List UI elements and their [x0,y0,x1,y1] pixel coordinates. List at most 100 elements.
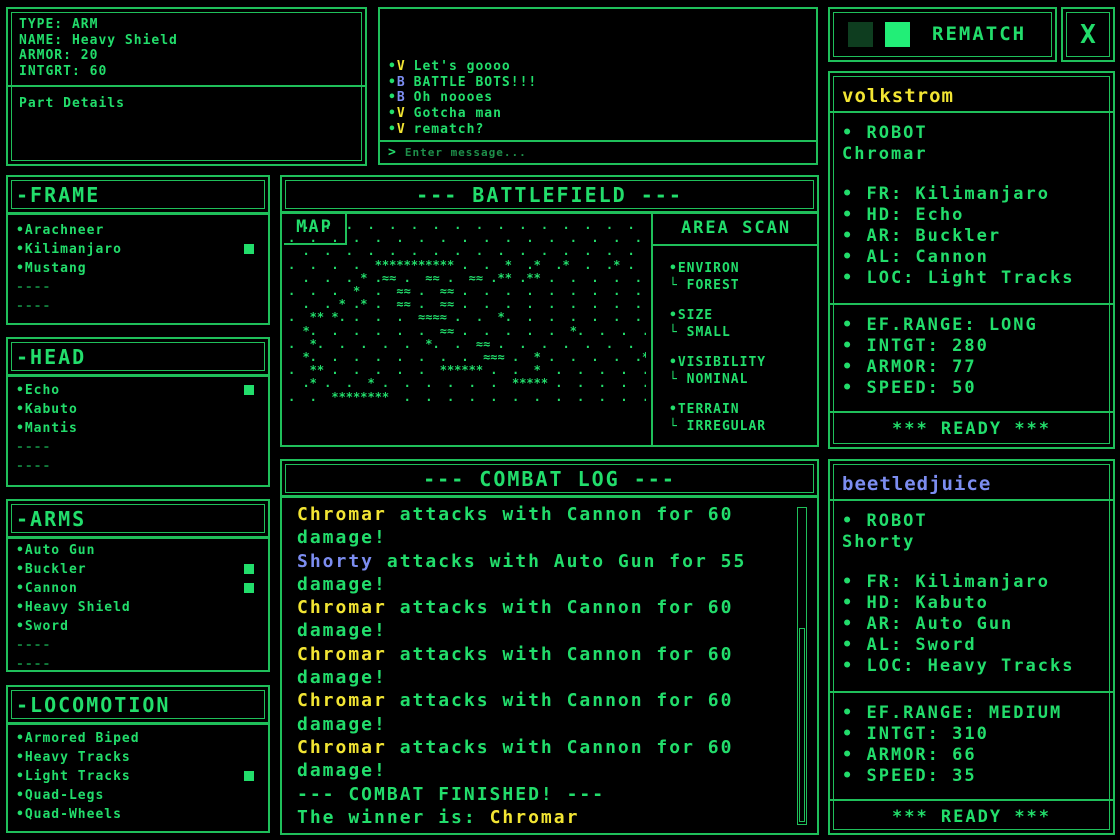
color-swatch-bright [885,22,910,47]
player2-part: • AR: Auto Gun [842,614,1014,634]
color-swatch-dark [848,22,873,47]
close-button[interactable]: X [1061,7,1115,62]
divider [653,244,819,246]
scrollbar-track[interactable] [797,507,807,825]
player1-robot-label: • ROBOT [842,123,928,143]
combat-actor: Chromar [297,504,387,525]
chat-sender-tag: B [396,90,406,106]
combat-log-entry: Chromar attacks with Cannon for 60 damag… [297,736,792,783]
locomotion-item[interactable]: •Quad-Wheels [8,805,268,824]
chat-text: Let's goooo [413,59,511,74]
frame-item-label: Kilimanjaro [24,242,122,257]
divider [830,303,1113,305]
selected-indicator-icon [244,385,254,395]
chat-sender-tag: V [396,121,406,137]
arms-item[interactable]: •Auto Gun [8,541,268,560]
winner-prefix: The winner is: [297,806,490,828]
chat-message: •V Gotcha man [388,106,537,122]
chat-bullet: • [388,90,397,106]
player1-stat: • INTGT: 280 [842,336,989,356]
frame-item[interactable]: •Mustang [8,259,268,278]
divider [830,691,1113,693]
chat-text: rematch? [413,121,485,137]
locomotion-item[interactable]: •Heavy Tracks [8,748,268,767]
part-type: TYPE: ARM [19,17,99,32]
arms-title: -ARMS [16,506,87,531]
arms-item[interactable]: •Heavy Shield [8,598,268,617]
player2-panel: beetledjuice • ROBOT Shorty • FR: Kilima… [828,459,1115,835]
frame-header: -FRAME [6,175,270,214]
arms-item-label: Buckler [24,562,87,577]
chat-input[interactable] [402,145,807,160]
arms-item[interactable]: •Sword [8,617,268,636]
arms-header: -ARMS [6,499,270,538]
player1-ready-status: *** READY *** [891,419,1052,439]
frame-title: -FRAME [16,182,101,207]
head-item[interactable]: •Mantis [8,419,268,438]
combat-actor: Chromar [297,597,387,619]
head-title: -HEAD [16,344,87,369]
rematch-button[interactable]: REMATCH [932,23,1026,45]
winner-name: Chromar [489,806,580,828]
combat-log-title: --- COMBAT LOG --- [423,466,676,491]
player1-stat: • ARMOR: 77 [842,357,977,377]
combat-log-text: Chromar attacks with Cannon for 60 damag… [297,503,792,829]
head-item[interactable]: •Echo [8,381,268,400]
chat-message: •B Oh noooes [388,90,537,106]
locomotion-item[interactable]: •Light Tracks [8,767,268,786]
frame-item-label: Arachneer [24,223,105,238]
combat-winner: The winner is: Chromar [297,806,792,829]
player1-part: • AR: Buckler [842,226,1002,246]
area-scan-prefix: EN [677,261,696,276]
close-icon: X [1080,19,1096,50]
part-details-label: Part Details [19,96,125,111]
locomotion-item[interactable]: •Armored Biped [8,729,268,748]
area-scan-title: AREA SCAN [680,218,792,238]
player2-stat: • SPEED: 35 [842,766,977,786]
player2-part: • LOC: Heavy Tracks [842,656,1075,676]
scrollbar-thumb[interactable] [799,628,805,822]
chat-bullet: • [388,121,397,137]
head-header: -HEAD [6,337,270,376]
head-item[interactable]: •Kabuto [8,400,268,419]
player1-robot-name: Chromar [842,144,928,164]
chat-panel: •V Let's goooo •B BATTLE BOTS!!! •B Oh noooes… [378,7,818,165]
chat-sender-tag: V [396,106,406,122]
head-item-label: Mantis [24,421,78,436]
arms-item-label: Auto Gun [24,543,96,558]
divider [830,499,1113,501]
arms-item[interactable]: •Cannon [8,579,268,598]
locomotion-item[interactable]: •Quad-Legs [8,786,268,805]
part-armor: ARMOR: 20 [19,48,99,63]
chat-sender-tag: V [396,59,406,74]
player1-part: • AL: Cannon [842,247,989,267]
player1-name: volkstrom [842,85,954,107]
area-scan-value: SMALL [686,325,731,340]
frame-list: •Arachneer •Kilimanjaro •Mustang ---- ---- [6,213,270,325]
area-scan-key: VIRON [695,261,740,276]
player2-part: • FR: Kilimanjaro [842,572,1050,592]
combat-actor: Shorty [297,550,375,572]
locomotion-item-label: Heavy Tracks [24,750,131,765]
arms-item[interactable]: •Buckler [8,560,268,579]
frame-item-label: Mustang [24,261,87,276]
area-scan-value: IRREGULAR [686,419,767,434]
chat-text: Gotcha man [413,106,502,122]
arms-empty-slot: ---- [16,657,52,672]
chat-sender-tag: B [396,74,406,90]
chat-message: •V rematch? [388,122,537,138]
selected-indicator-icon [244,771,254,781]
frame-item[interactable]: •Kilimanjaro [8,240,268,259]
chat-bullet: • [388,106,397,122]
divider [8,85,365,87]
chat-bullet: • [388,59,397,74]
arms-list: •Auto Gun •Buckler •Cannon •Heavy Shield •Sw… [6,537,270,672]
locomotion-list: •Armored Biped •Heavy Tracks •Light Tracks… [6,723,270,833]
combat-actor: Chromar [297,736,387,758]
frame-item[interactable]: •Arachneer [8,221,268,240]
player2-ready-status: *** READY *** [891,807,1052,827]
locomotion-item-label: Light Tracks [24,769,131,784]
player2-stat: • EF.RANGE: MEDIUM [842,703,1063,723]
selected-indicator-icon [244,564,254,574]
frame-empty-slot: ---- [16,299,52,314]
